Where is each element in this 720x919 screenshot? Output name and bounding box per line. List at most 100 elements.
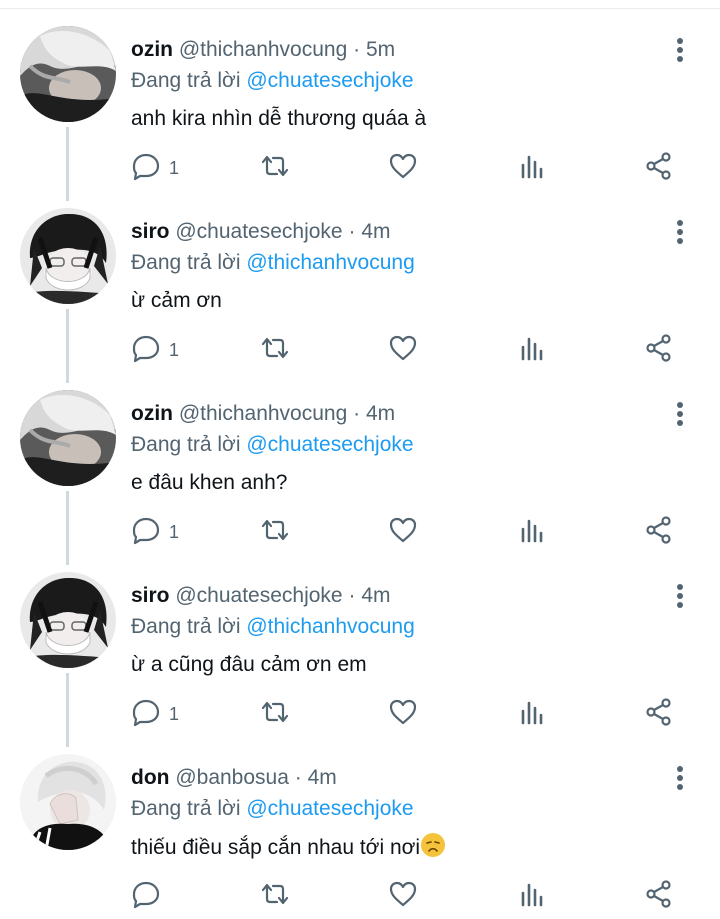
reply-icon bbox=[131, 515, 161, 550]
like-button[interactable] bbox=[388, 878, 418, 914]
separator-dot: · bbox=[353, 402, 361, 425]
user-handle[interactable]: @thichanhvocung bbox=[179, 38, 347, 61]
analytics-icon bbox=[517, 515, 547, 550]
masked-dark-hair-avatar-image bbox=[20, 208, 116, 304]
retweet-button[interactable] bbox=[259, 150, 291, 186]
thread-line bbox=[66, 309, 69, 383]
separator-dot: · bbox=[348, 584, 356, 607]
share-icon bbox=[644, 697, 674, 732]
timestamp[interactable]: 4m bbox=[366, 402, 395, 425]
replying-to: Đang trả lời @chuatesechjoke bbox=[131, 796, 414, 822]
thread-line bbox=[66, 673, 69, 747]
retweet-icon bbox=[259, 697, 291, 732]
user-handle[interactable]: @chuatesechjoke bbox=[175, 220, 342, 243]
mention-link[interactable]: @chuatesechjoke bbox=[246, 797, 413, 820]
tweet[interactable]: don @banbosua · 4m Đang trả lời @chuates… bbox=[0, 737, 720, 919]
display-name[interactable]: ozin bbox=[131, 402, 173, 425]
timestamp[interactable]: 5m bbox=[366, 38, 395, 61]
tweet-header: don @banbosua · 4m bbox=[131, 765, 337, 791]
share-icon bbox=[644, 333, 674, 368]
display-name[interactable]: siro bbox=[131, 220, 170, 243]
share-icon bbox=[644, 151, 674, 186]
retweet-icon bbox=[259, 333, 291, 368]
mention-link[interactable]: @thichanhvocung bbox=[246, 615, 414, 638]
like-button[interactable] bbox=[388, 696, 418, 732]
user-handle[interactable]: @thichanhvocung bbox=[179, 402, 347, 425]
avatar[interactable] bbox=[20, 754, 116, 850]
reply-icon bbox=[131, 697, 161, 732]
retweet-icon bbox=[259, 515, 291, 550]
avatar[interactable] bbox=[20, 26, 116, 122]
analytics-button[interactable] bbox=[517, 150, 547, 186]
more-vertical-icon[interactable] bbox=[668, 217, 692, 247]
like-icon bbox=[388, 697, 418, 732]
replying-to: Đang trả lời @chuatesechjoke bbox=[131, 68, 414, 94]
more-vertical-icon[interactable] bbox=[668, 581, 692, 611]
tweet-text: ừ a cũng đâu cảm ơn em bbox=[131, 653, 367, 676]
display-name[interactable]: don bbox=[131, 766, 169, 789]
reply-button[interactable] bbox=[131, 878, 169, 914]
mention-link[interactable]: @chuatesechjoke bbox=[246, 433, 413, 456]
avatar[interactable] bbox=[20, 572, 116, 668]
thread-line bbox=[66, 491, 69, 565]
display-name[interactable]: siro bbox=[131, 584, 170, 607]
mention-link[interactable]: @chuatesechjoke bbox=[246, 69, 413, 92]
reply-button[interactable]: 1 bbox=[131, 332, 179, 368]
like-icon bbox=[388, 333, 418, 368]
replying-to-label: Đang trả lời bbox=[131, 433, 241, 456]
reply-count: 1 bbox=[169, 521, 180, 542]
tweet[interactable]: ozin @thichanhvocung · 4m Đang trả lời @… bbox=[0, 373, 720, 565]
analytics-button[interactable] bbox=[517, 332, 547, 368]
share-button[interactable] bbox=[644, 696, 674, 732]
tweet[interactable]: siro @chuatesechjoke · 4m Đang trả lời @… bbox=[0, 555, 720, 747]
share-button[interactable] bbox=[644, 332, 674, 368]
separator-dot: · bbox=[348, 220, 356, 243]
like-button[interactable] bbox=[388, 150, 418, 186]
share-button[interactable] bbox=[644, 150, 674, 186]
retweet-button[interactable] bbox=[259, 514, 291, 550]
replying-to: Đang trả lời @thichanhvocung bbox=[131, 614, 415, 640]
timestamp[interactable]: 4m bbox=[308, 766, 337, 789]
retweet-button[interactable] bbox=[259, 696, 291, 732]
more-vertical-icon[interactable] bbox=[668, 35, 692, 65]
top-divider bbox=[0, 0, 720, 9]
like-button[interactable] bbox=[388, 332, 418, 368]
like-icon bbox=[388, 879, 418, 914]
analytics-icon bbox=[517, 333, 547, 368]
share-button[interactable] bbox=[644, 878, 674, 914]
replying-to: Đang trả lời @chuatesechjoke bbox=[131, 432, 414, 458]
tweet-header: ozin @thichanhvocung · 5m bbox=[131, 37, 395, 63]
analytics-button[interactable] bbox=[517, 696, 547, 732]
user-handle[interactable]: @chuatesechjoke bbox=[175, 584, 342, 607]
timestamp[interactable]: 4m bbox=[361, 584, 390, 607]
retweet-button[interactable] bbox=[259, 332, 291, 368]
display-name[interactable]: ozin bbox=[131, 38, 173, 61]
tweet-actions: 1 bbox=[131, 150, 691, 186]
retweet-button[interactable] bbox=[259, 878, 291, 914]
share-button[interactable] bbox=[644, 514, 674, 550]
retweet-icon bbox=[259, 879, 291, 914]
tweet-actions bbox=[131, 878, 691, 914]
mention-link[interactable]: @thichanhvocung bbox=[246, 251, 414, 274]
reply-count: 1 bbox=[169, 339, 180, 360]
replying-to-label: Đang trả lời bbox=[131, 615, 241, 638]
tweet[interactable]: siro @chuatesechjoke · 4m Đang trả lời @… bbox=[0, 191, 720, 383]
like-button[interactable] bbox=[388, 514, 418, 550]
analytics-icon bbox=[517, 879, 547, 914]
more-vertical-icon[interactable] bbox=[668, 763, 692, 793]
analytics-button[interactable] bbox=[517, 514, 547, 550]
avatar[interactable] bbox=[20, 208, 116, 304]
reply-button[interactable]: 1 bbox=[131, 150, 179, 186]
timestamp[interactable]: 4m bbox=[361, 220, 390, 243]
reply-button[interactable]: 1 bbox=[131, 696, 179, 732]
reply-button[interactable]: 1 bbox=[131, 514, 179, 550]
tweet-text: e đâu khen anh? bbox=[131, 471, 288, 494]
tweet-actions: 1 bbox=[131, 514, 691, 550]
tweet-header: siro @chuatesechjoke · 4m bbox=[131, 583, 391, 609]
avatar[interactable] bbox=[20, 390, 116, 486]
more-vertical-icon[interactable] bbox=[668, 399, 692, 429]
separator-dot: · bbox=[294, 766, 302, 789]
tweet[interactable]: ozin @thichanhvocung · 5m Đang trả lời @… bbox=[0, 9, 720, 201]
user-handle[interactable]: @banbosua bbox=[175, 766, 289, 789]
analytics-button[interactable] bbox=[517, 878, 547, 914]
